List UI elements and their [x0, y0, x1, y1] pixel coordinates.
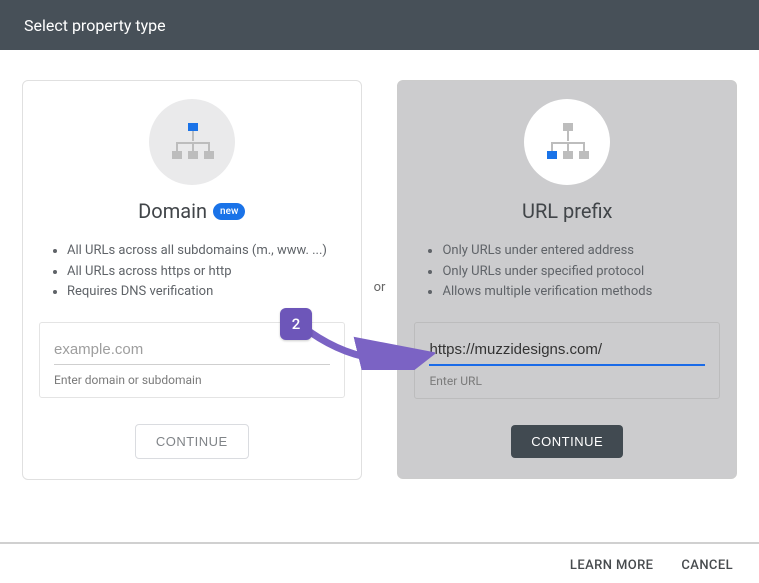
dialog-footer: LEARN MORE CANCEL [0, 542, 759, 583]
domain-continue-button[interactable]: CONTINUE [135, 424, 249, 459]
domain-card-title: Domain [138, 199, 207, 223]
cancel-button[interactable]: CANCEL [681, 558, 733, 573]
list-item: All URLs across https or http [67, 263, 345, 281]
domain-card[interactable]: Domain new All URLs across all subdomain… [22, 80, 362, 480]
learn-more-link[interactable]: LEARN MORE [570, 558, 653, 573]
list-item: Only URLs under entered address [442, 242, 720, 260]
domain-input-helper: Enter domain or subdomain [54, 373, 330, 387]
dialog-content: Domain new All URLs across all subdomain… [0, 50, 759, 500]
arrow-annotation-icon [305, 320, 435, 370]
list-item: All URLs across all subdomains (m., www.… [67, 242, 345, 260]
urlprefix-feature-list: Only URLs under entered address Only URL… [406, 239, 728, 304]
domain-feature-list: All URLs across all subdomains (m., www.… [31, 239, 353, 304]
url-input[interactable] [429, 337, 705, 366]
urlprefix-hierarchy-icon [524, 99, 610, 185]
url-continue-button[interactable]: CONTINUE [511, 425, 623, 458]
url-prefix-card-title: URL prefix [522, 199, 612, 223]
list-item: Allows multiple verification methods [442, 283, 720, 301]
list-item: Requires DNS verification [67, 283, 345, 301]
list-item: Only URLs under specified protocol [442, 263, 720, 281]
url-input-container: Enter URL [414, 322, 720, 399]
url-prefix-card[interactable]: URL prefix Only URLs under entered addre… [397, 80, 737, 479]
step-annotation-badge: 2 [280, 308, 312, 340]
dialog-header: Select property type [0, 0, 759, 50]
domain-input[interactable] [54, 337, 330, 365]
domain-hierarchy-icon [149, 99, 235, 185]
new-badge: new [213, 203, 245, 220]
url-input-helper: Enter URL [429, 374, 705, 388]
or-separator: or [362, 80, 398, 295]
dialog-title: Select property type [24, 16, 166, 35]
